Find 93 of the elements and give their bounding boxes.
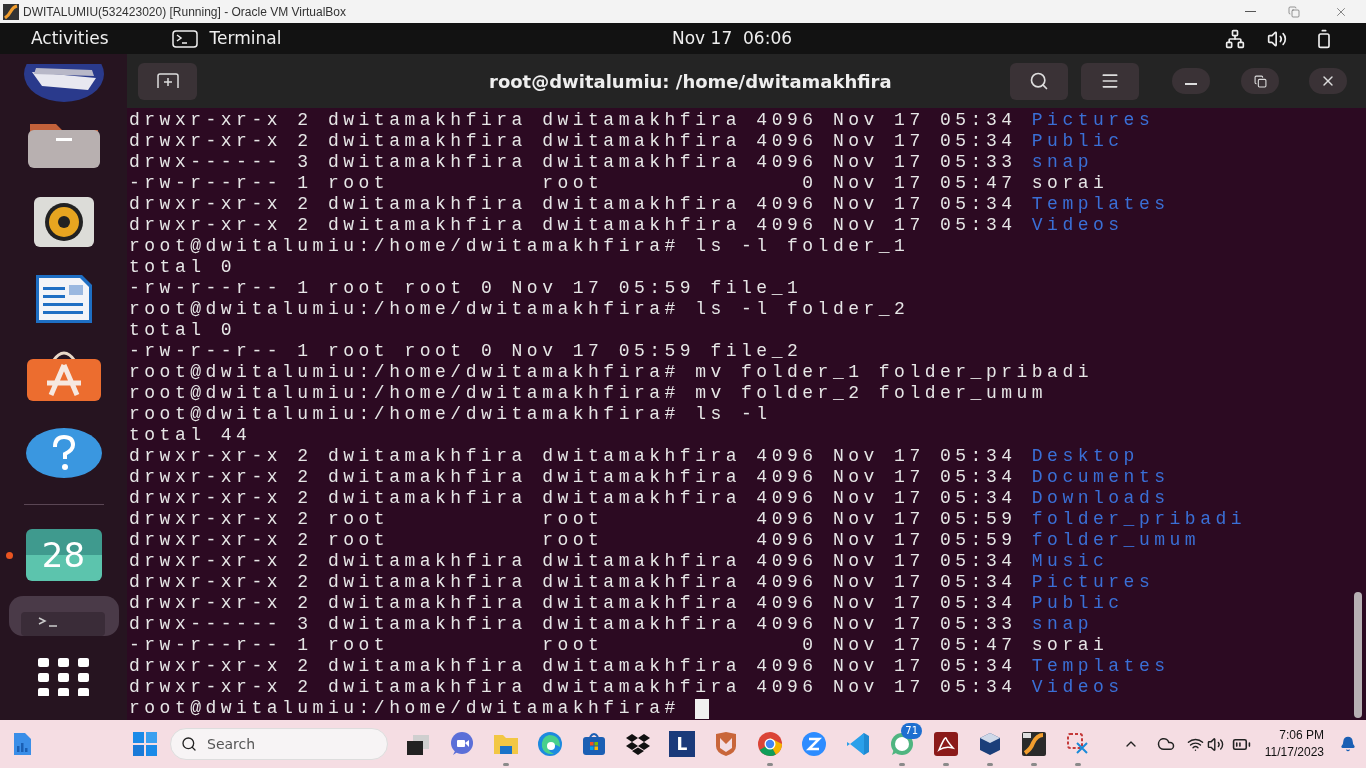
- terminal-text: drwxr-xr-x 2 dwitamakhfira dwitamakhfira 4096 Nov 17 05:34: [129, 194, 1018, 215]
- code-editor-icon[interactable]: [845, 731, 871, 757]
- terminal-text: drwx------ 3 dwitamakhfira dwitamakhfira 4096 Nov 17 05:33: [129, 614, 1018, 635]
- menu-button[interactable]: [1081, 62, 1139, 100]
- letter-icon[interactable]: L: [669, 731, 695, 757]
- vm-window-title: DWITALUMIU(532423020) [Running] - Oracle VM VirtualBox: [23, 3, 346, 21]
- document-icon[interactable]: [933, 731, 959, 757]
- directory-name: Downloads: [1031, 488, 1170, 509]
- cloud-icon[interactable]: [1156, 735, 1175, 753]
- search-field[interactable]: Search: [170, 728, 388, 760]
- terminal-text: drwxr-xr-x 2 dwitamakhfira dwitamakhfira 4096 Nov 17 05:34: [129, 110, 1018, 131]
- search-icon: [181, 736, 197, 752]
- terminal-text: drwxr-xr-x 2 dwitamakhfira dwitamakhfira 4096 Nov 17 05:34: [129, 131, 1018, 152]
- menu-icon: [1100, 71, 1120, 91]
- terminal-text: -rw-r--r-- 1 root root 0 Nov 17 05:59 file_2: [129, 341, 803, 362]
- notification-bell-icon[interactable]: [1340, 736, 1356, 752]
- app-menu-button[interactable]: Terminal: [209, 25, 282, 52]
- search-icon: [1029, 71, 1049, 91]
- search-button[interactable]: [1010, 62, 1068, 100]
- directory-name: Templates: [1031, 656, 1170, 677]
- terminal-text: drwxr-xr-x 2 dwitamakhfira dwitamakhfira 4096 Nov 17 05:34: [129, 572, 1018, 593]
- directory-name: folder_pribadi: [1031, 509, 1247, 530]
- terminal-text: total 0: [129, 257, 237, 278]
- clock[interactable]: Nov 17 06:06: [672, 25, 792, 52]
- terminal-text: root@dwitalumiu:/home/dwitamakhfira# mv folder_2 folder_umum: [129, 383, 1048, 404]
- directory-name: Videos: [1031, 677, 1124, 698]
- terminal-text: drwxr-xr-x 2 dwitamakhfira dwitamakhfira 4096 Nov 17 05:34: [129, 593, 1018, 614]
- maximize-button[interactable]: [1241, 68, 1279, 94]
- terminal-text: root@dwitalumiu:/home/dwitamakhfira# ls -l folder_2: [129, 299, 910, 320]
- letter-z-icon[interactable]: [801, 731, 827, 757]
- network-icon[interactable]: [1224, 28, 1246, 49]
- terminal-text: drwxr-xr-x 2 dwitamakhfira dwitamakhfira 4096 Nov 17 05:34: [129, 551, 1018, 572]
- file-name: sorai: [1031, 173, 1109, 194]
- studio-icon[interactable]: [1021, 731, 1047, 757]
- new-tab-icon: [155, 73, 180, 89]
- terminal-text: -rw-r--r-- 1 root root 0 Nov 17 05:59 file_1: [129, 278, 803, 299]
- terminal-text: drwxr-xr-x 2 dwitamakhfira dwitamakhfira 4096 Nov 17 05:34: [129, 677, 1018, 698]
- directory-name: Public: [1031, 131, 1124, 152]
- terminal-text: drwxr-xr-x 2 root root 4096 Nov 17 05:59: [129, 509, 1018, 530]
- taskbar-date[interactable]: 11/17/2023: [1264, 744, 1324, 761]
- directory-name: Desktop: [1031, 446, 1139, 467]
- cube-icon[interactable]: [977, 731, 1003, 757]
- terminal-text: total 0: [129, 320, 237, 341]
- terminal-text: drwx------ 3 dwitamakhfira dwitamakhfira 4096 Nov 17 05:33: [129, 152, 1018, 173]
- directory-name: Music: [1031, 551, 1109, 572]
- terminal-text: -rw-r--r-- 1 root root 0 Nov 17 05:47: [129, 173, 1018, 194]
- minimize-button[interactable]: [1172, 68, 1210, 94]
- file-name: sorai: [1031, 635, 1109, 656]
- terminal-text: drwxr-xr-x 2 root root 4096 Nov 17 05:59: [129, 530, 1018, 551]
- directory-name: snap: [1031, 152, 1094, 173]
- widgets-icon[interactable]: [12, 732, 32, 756]
- browser-icon[interactable]: [757, 731, 783, 757]
- terminal-title: root@dwitalumiu: /home/dwitamakhfira: [489, 69, 892, 94]
- terminal-text: drwxr-xr-x 2 dwitamakhfira dwitamakhfira 4096 Nov 17 05:34: [129, 446, 1018, 467]
- terminal-text: root@dwitalumiu:/home/dwitamakhfira#: [129, 698, 681, 719]
- close-button[interactable]: [1309, 68, 1347, 94]
- video-chat-icon[interactable]: [449, 731, 475, 757]
- shopping-bag-icon[interactable]: [24, 349, 103, 403]
- directory-name: Pictures: [1031, 110, 1155, 131]
- directory-name: folder_umum: [1031, 530, 1201, 551]
- directory-name: Videos: [1031, 215, 1124, 236]
- terminal-text: total 44: [129, 425, 252, 446]
- notification-badge: 71: [901, 723, 922, 739]
- terminal-text: drwxr-xr-x 2 dwitamakhfira dwitamakhfira 4096 Nov 17 05:34: [129, 488, 1018, 509]
- browser-icon[interactable]: [537, 731, 563, 757]
- speaker-icon[interactable]: [32, 196, 95, 248]
- terminal-text: drwxr-xr-x 2 dwitamakhfira dwitamakhfira 4096 Nov 17 05:34: [129, 215, 1018, 236]
- terminal-icon: [171, 29, 198, 48]
- directory-name: Documents: [1031, 467, 1170, 488]
- minimize-icon: [1185, 83, 1197, 85]
- new-tab-button[interactable]: [138, 62, 197, 100]
- terminal-text: -rw-r--r-- 1 root root 0 Nov 17 05:47: [129, 635, 1018, 656]
- box-icon[interactable]: [625, 731, 651, 757]
- windows-logo-icon[interactable]: [133, 732, 157, 756]
- terminal-text: root@dwitalumiu:/home/dwitamakhfira# ls -l folder_1: [129, 236, 910, 257]
- help-icon[interactable]: [24, 427, 103, 479]
- volume-icon[interactable]: [1206, 735, 1224, 753]
- scrollbar[interactable]: [1354, 592, 1362, 718]
- directory-name: Public: [1031, 593, 1124, 614]
- shield-icon[interactable]: [713, 731, 739, 757]
- terminal-text: root@dwitalumiu:/home/dwitamakhfira# mv folder_1 folder_pribadi: [129, 362, 1093, 383]
- directory-name: snap: [1031, 614, 1094, 635]
- terminal-text: root@dwitalumiu:/home/dwitamakhfira# ls -l: [129, 404, 772, 425]
- apps-grid-icon[interactable]: [37, 658, 90, 696]
- activities-button[interactable]: Activities: [31, 25, 109, 52]
- directory-name: Templates: [1031, 194, 1170, 215]
- terminal-text: drwxr-xr-x 2 dwitamakhfira dwitamakhfira 4096 Nov 17 05:34: [129, 467, 1018, 488]
- directory-name: Pictures: [1031, 572, 1155, 593]
- volume-icon[interactable]: [1266, 28, 1288, 49]
- restore-icon: [1253, 74, 1267, 88]
- store-bag-icon[interactable]: [581, 731, 607, 757]
- terminal-text: drwxr-xr-x 2 dwitamakhfira dwitamakhfira 4096 Nov 17 05:34: [129, 656, 1018, 677]
- taskbar-time[interactable]: 7:06 PM: [1279, 727, 1324, 744]
